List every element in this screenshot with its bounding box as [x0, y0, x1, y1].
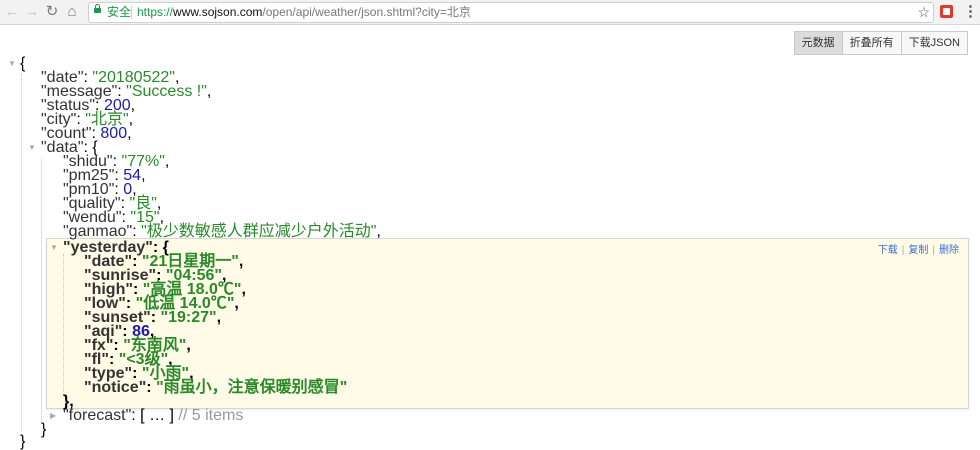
address-divider [131, 6, 132, 19]
lock-icon [94, 4, 101, 13]
root-collapse-toggle[interactable]: ▼ [8, 57, 16, 71]
bookmark-star-icon[interactable]: ☆ [917, 3, 930, 21]
url-host: www.sojson.com [173, 5, 263, 19]
json-value-message: Success ! [131, 83, 202, 100]
json-viewer-actions: 元数据 折叠所有 下载JSON [793, 31, 968, 55]
json-value-y-sunset: 19:27 [168, 309, 210, 326]
data-collapse-toggle[interactable]: ▼ [28, 141, 36, 155]
data-close-brace: } [41, 421, 47, 438]
json-value-y-notice: 雨虽小，注意保暖别感冒 [163, 379, 340, 396]
url-path: /open/api/weather/json.shtml?city=北京 [262, 5, 471, 19]
json-row-y-notice: "notice": "雨虽小，注意保暖别感冒" [84, 379, 348, 396]
node-download-link[interactable]: 下载 [874, 245, 902, 256]
forecast-comment: // 5 items [178, 407, 244, 424]
forecast-collapsed[interactable]: [ … ] [140, 407, 174, 424]
url-scheme: https:// [137, 5, 174, 19]
url-text[interactable]: https://www.sojson.com/open/api/weather/… [137, 5, 471, 20]
forecast-expand-toggle[interactable]: ▶ [50, 409, 56, 423]
json-value-ganmao: 极少数敏感人群应减少户外活动 [146, 223, 371, 240]
root-close-brace: } [20, 433, 26, 450]
extension-icon[interactable] [940, 5, 953, 18]
node-delete-link[interactable]: 删除 [935, 245, 963, 256]
address-bar[interactable]: 安全 https://www.sojson.com/open/api/weath… [88, 2, 934, 23]
data-guide [41, 158, 42, 423]
raw-data-button[interactable]: 元数据 [793, 31, 843, 55]
node-copy-link[interactable]: 复制 [904, 245, 932, 256]
back-arrow-icon[interactable]: ← [2, 2, 22, 22]
yesterday-guide [63, 254, 64, 396]
forward-arrow-icon[interactable]: → [22, 2, 42, 22]
collapse-all-button[interactable]: 折叠所有 [841, 31, 902, 55]
reload-icon[interactable]: ↻ [42, 2, 62, 22]
kebab-menu-icon[interactable]: ⋮ [963, 2, 978, 22]
browser-toolbar: ← → ↻ ⌂ 安全 https://www.sojson.com/open/a… [0, 0, 980, 25]
home-icon[interactable]: ⌂ [62, 2, 82, 22]
json-row-ganmao: "ganmao": "极少数敏感人群应减少户外活动", [63, 223, 381, 240]
json-value-count: 800 [100, 125, 128, 142]
root-guide [21, 74, 22, 432]
json-row-forecast[interactable]: "forecast": [ … ] // 5 items [63, 407, 244, 424]
secure-label: 安全 [107, 5, 132, 19]
yesterday-collapse-toggle[interactable]: ▼ [50, 241, 58, 255]
download-json-button[interactable]: 下载JSON [900, 31, 968, 55]
node-actions: 下载 | 复制 | 删除 [874, 241, 963, 256]
root-open-brace: { [20, 55, 26, 72]
